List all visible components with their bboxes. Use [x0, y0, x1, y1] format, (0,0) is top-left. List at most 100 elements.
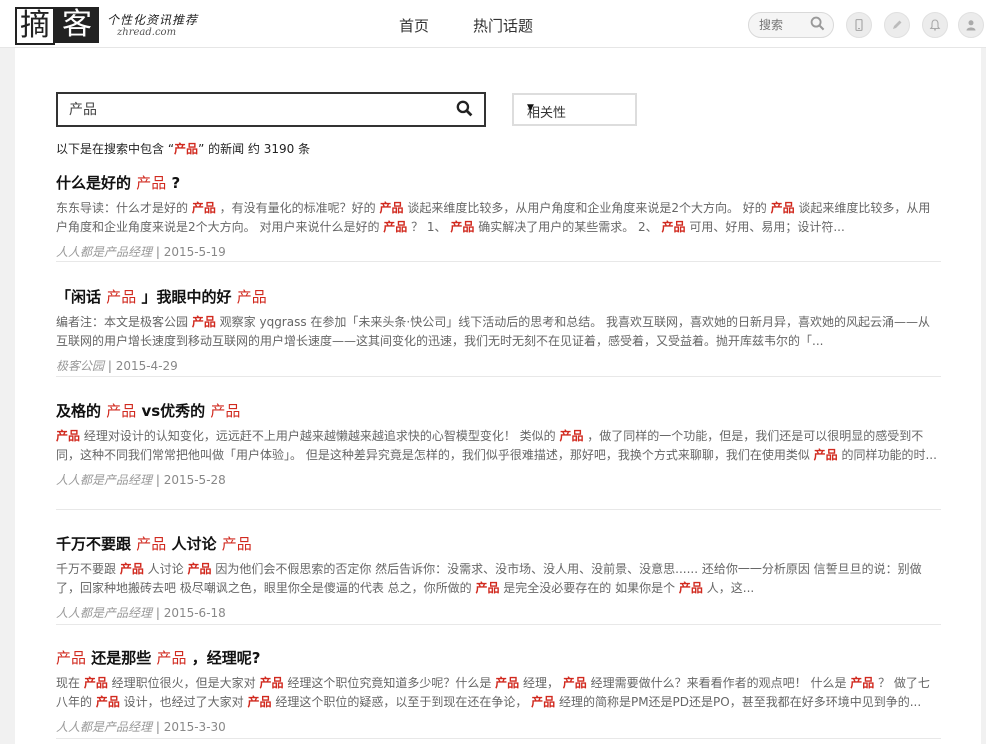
keyword-highlight: 产品: [221, 535, 252, 553]
text-segment: 东东导读：什么才是好的: [56, 201, 192, 215]
summary-suffix: ” 的新闻 约 3190 条: [198, 142, 311, 156]
text-segment: 千万不要跟: [56, 562, 120, 576]
top-bar: 摘 客 个性化资讯推荐 zhread.com 首页 热门话题: [0, 0, 986, 48]
text-segment: 千万不要跟: [56, 535, 137, 553]
result-date: 2015-3-30: [163, 720, 226, 734]
summary-prefix: 以下是在搜索中包含 “: [56, 142, 175, 156]
result-meta: 人人都是产品经理 | 2015-5-19: [56, 245, 226, 259]
user-icon[interactable]: [958, 12, 984, 38]
keyword-highlight: 产品: [247, 695, 272, 709]
text-segment: 及格的: [56, 402, 107, 420]
result-source[interactable]: 极客公园: [56, 359, 104, 373]
text-segment: 是完全没必要存在的 如果你是个: [499, 581, 679, 595]
result-meta: 人人都是产品经理 | 2015-3-30: [56, 720, 226, 734]
result-meta: 极客公园 | 2015-4-29: [56, 359, 178, 373]
keyword-highlight: 产品: [156, 649, 187, 667]
text-segment: 可用、好用、易用；设计符...: [685, 220, 845, 234]
keyword-highlight: 产品: [531, 695, 556, 709]
result-source[interactable]: 人人都是产品经理: [56, 720, 152, 734]
keyword-highlight: 产品: [813, 448, 838, 462]
keyword-highlight: 产品: [136, 174, 167, 192]
text-segment: 经理的简称是PM还是PD还是PO，甚至我都在好多环境中见到争的...: [555, 695, 922, 709]
text-segment: 」我眼中的好: [136, 288, 237, 306]
keyword-highlight: 产品: [83, 676, 108, 690]
text-segment: 编者注：本文是极客公园: [56, 315, 192, 329]
result-title[interactable]: 千万不要跟 产品 人讨论 产品: [56, 534, 941, 554]
result-source[interactable]: 人人都是产品经理: [56, 473, 152, 487]
result-snippet: 千万不要跟 产品 人讨论 产品 因为他们会不假思索的否定你 然后告诉你：没需求、…: [56, 560, 941, 598]
text-segment: 现在: [56, 676, 84, 690]
text-segment: 设计，也经过了大家对: [119, 695, 248, 709]
keyword-highlight: 产品: [106, 288, 137, 306]
result-date: 2015-6-18: [163, 606, 226, 620]
nav-home[interactable]: 首页: [399, 15, 429, 36]
text-segment: ?: [166, 174, 181, 192]
text-segment: ，有没有量化的标准呢？好的: [215, 201, 380, 215]
text-segment: 经理这个职位的疑惑，以至于到现在还在争论，: [271, 695, 532, 709]
keyword-highlight: 产品: [379, 201, 404, 215]
nav-hot-topics[interactable]: 热门话题: [473, 15, 533, 36]
summary-term: 产品: [174, 142, 199, 156]
text-segment: ，经理呢?: [186, 649, 261, 667]
keyword-highlight: 产品: [850, 676, 875, 690]
result-item: 什么是好的 产品 ? 东东导读：什么才是好的 产品 ，有没有量化的标准呢？好的 …: [56, 173, 941, 262]
sort-select[interactable]: 相关性 ▼: [512, 93, 637, 126]
result-source[interactable]: 人人都是产品经理: [56, 606, 152, 620]
result-source[interactable]: 人人都是产品经理: [56, 245, 152, 259]
header-search-input[interactable]: [759, 16, 809, 33]
keyword-highlight: 产品: [136, 535, 167, 553]
keyword-highlight: 产品: [56, 429, 81, 443]
result-title[interactable]: 「闲话 产品 」我眼中的好 产品: [56, 287, 941, 307]
result-title[interactable]: 及格的 产品 vs优秀的 产品: [56, 401, 941, 421]
keyword-highlight: 产品: [259, 676, 284, 690]
result-meta: 人人都是产品经理 | 2015-6-18: [56, 606, 226, 620]
keyword-highlight: 产品: [678, 581, 703, 595]
pen-icon[interactable]: [884, 12, 910, 38]
result-title[interactable]: 什么是好的 产品 ?: [56, 173, 941, 193]
result-date: 2015-5-19: [163, 245, 226, 259]
mobile-icon[interactable]: [846, 12, 872, 38]
text-segment: vs优秀的: [136, 402, 211, 420]
result-item: 产品 还是那些 产品 ，经理呢? 现在 产品 经理职位很火，但是大家对 产品 经…: [56, 648, 941, 739]
text-segment: 经理职位很火，但是大家对: [107, 676, 260, 690]
result-item: 及格的 产品 vs优秀的 产品 产品 经理对设计的认知变化，远远赶不上用户越来越…: [56, 401, 941, 510]
keyword-highlight: 产品: [559, 429, 584, 443]
keyword-highlight: 产品: [119, 562, 144, 576]
logo[interactable]: 摘: [15, 7, 55, 45]
logo-domain: zhread.com: [117, 27, 177, 38]
result-title[interactable]: 产品 还是那些 产品 ，经理呢?: [56, 648, 941, 668]
text-segment: 人讨论: [143, 562, 188, 576]
keyword-highlight: 产品: [210, 402, 241, 420]
result-date: 2015-4-29: [115, 359, 178, 373]
keyword-highlight: 产品: [495, 676, 520, 690]
result-snippet: 编者注：本文是极客公园 产品 观察家 yqgrass 在参加「未来头条·快公司」…: [56, 313, 941, 351]
text-segment: 人讨论: [166, 535, 222, 553]
result-snippet: 东东导读：什么才是好的 产品 ，有没有量化的标准呢？好的 产品 谈起来维度比较多…: [56, 199, 941, 237]
search-icon[interactable]: [810, 16, 825, 35]
search-icon[interactable]: [456, 100, 473, 121]
result-item: 千万不要跟 产品 人讨论 产品 千万不要跟 产品 人讨论 产品 因为他们会不假思…: [56, 534, 941, 625]
result-snippet: 产品 经理对设计的认知变化，远远赶不上用户越来越懒越来越追求快的心智模型变化！ …: [56, 427, 941, 465]
bell-icon[interactable]: [922, 12, 948, 38]
text-segment: 经理这个职位究竟知道多少呢？什么是: [283, 676, 496, 690]
keyword-highlight: 产品: [661, 220, 686, 234]
main-content: 相关性 ▼ 以下是在搜索中包含 “产品” 的新闻 约 3190 条 什么是好的 …: [15, 48, 981, 744]
result-date: 2015-5-28: [163, 473, 226, 487]
text-segment: 的同样功能的时...: [837, 448, 937, 462]
text-segment: 经理，: [519, 676, 563, 690]
keyword-highlight: 产品: [191, 201, 216, 215]
result-summary: 以下是在搜索中包含 “产品” 的新闻 约 3190 条: [56, 140, 310, 157]
text-segment: 还是那些: [86, 649, 157, 667]
text-segment: ？ 1、: [407, 220, 451, 234]
search-input[interactable]: [69, 100, 429, 118]
text-segment: 人，这...: [702, 581, 755, 595]
result-meta: 人人都是产品经理 | 2015-5-28: [56, 473, 226, 487]
keyword-highlight: 产品: [191, 315, 216, 329]
result-snippet: 现在 产品 经理职位很火，但是大家对 产品 经理这个职位究竟知道多少呢？什么是 …: [56, 674, 941, 712]
keyword-highlight: 产品: [562, 676, 587, 690]
logo-mark[interactable]: 客: [55, 7, 99, 43]
search-box: [56, 92, 486, 127]
keyword-highlight: 产品: [383, 220, 408, 234]
dropdown-arrow-icon: ▼: [527, 103, 534, 113]
text-segment: 经理需要做什么？来看看作者的观点吧！ 什么是: [586, 676, 851, 690]
